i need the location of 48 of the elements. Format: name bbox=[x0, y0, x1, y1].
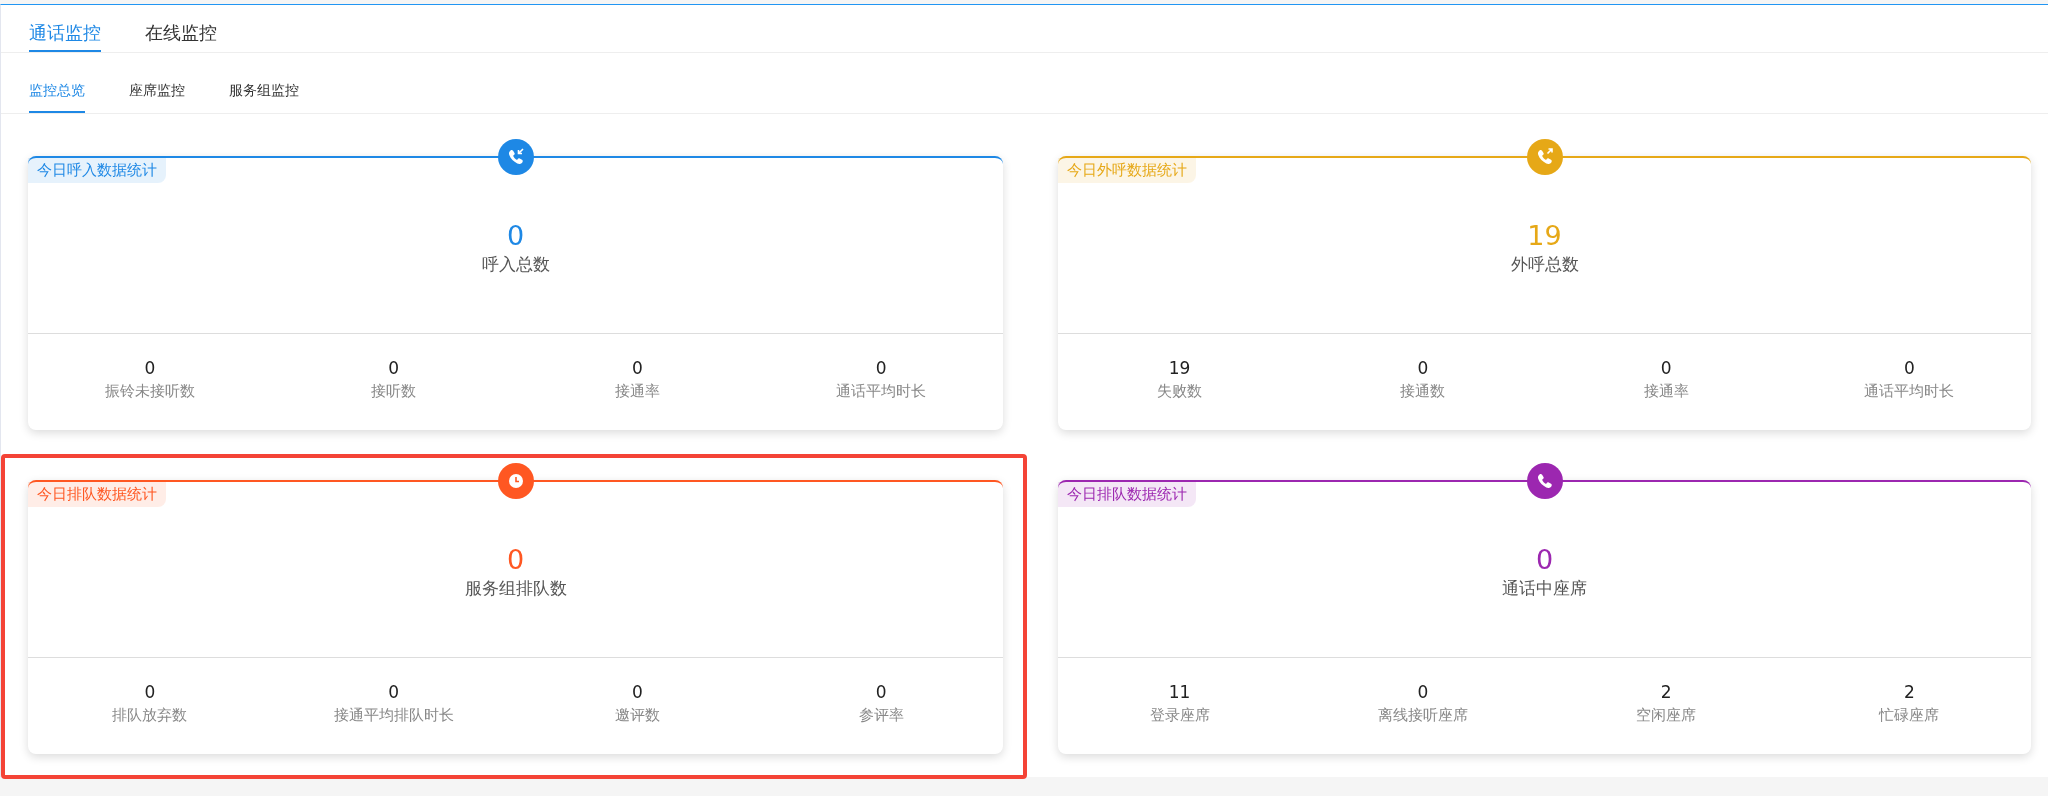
sub-tab[interactable]: 座席监控 bbox=[129, 53, 185, 113]
card-title: 今日呼入数据统计 bbox=[28, 158, 166, 183]
total-value: 0 bbox=[506, 543, 525, 577]
stat-value: 2 bbox=[1903, 681, 1915, 704]
stat-label: 忙碌座席 bbox=[1879, 706, 1940, 725]
total-value: 0 bbox=[506, 219, 525, 253]
total-value: 19 bbox=[1527, 219, 1562, 253]
stat-label: 接通数 bbox=[1400, 382, 1446, 401]
stat-value: 0 bbox=[388, 357, 400, 380]
stat-label: 空闲座席 bbox=[1636, 706, 1697, 725]
total-label: 呼入总数 bbox=[481, 253, 550, 276]
stat-value: 0 bbox=[388, 681, 400, 704]
stat-label: 参评率 bbox=[858, 706, 904, 725]
stat-value: 0 bbox=[631, 681, 643, 704]
card-title: 今日排队数据统计 bbox=[28, 482, 166, 507]
stat-label: 邀评数 bbox=[614, 706, 660, 725]
stat-value: 11 bbox=[1168, 681, 1191, 704]
stat-value: 0 bbox=[631, 357, 643, 380]
stat-value: 0 bbox=[1417, 357, 1429, 380]
stat-label: 登录座席 bbox=[1149, 706, 1210, 725]
stat-label: 接通平均排队时长 bbox=[333, 706, 454, 725]
stat-value: 0 bbox=[144, 681, 156, 704]
total-label: 外呼总数 bbox=[1510, 253, 1579, 276]
total-label: 通话中座席 bbox=[1502, 577, 1587, 600]
stat-value: 0 bbox=[1660, 357, 1672, 380]
stat-label: 失败数 bbox=[1157, 382, 1203, 401]
stat-value: 0 bbox=[144, 357, 156, 380]
stat-label: 通话平均时长 bbox=[836, 382, 927, 401]
sub-tab[interactable]: 服务组监控 bbox=[229, 53, 299, 113]
card-title: 今日排队数据统计 bbox=[1058, 482, 1196, 507]
stat-value: 19 bbox=[1168, 357, 1191, 380]
stat-value: 0 bbox=[1417, 681, 1429, 704]
tab[interactable]: 在线监控 bbox=[145, 5, 217, 52]
stat-label: 排队放弃数 bbox=[112, 706, 188, 725]
card-title: 今日外呼数据统计 bbox=[1058, 158, 1196, 183]
stat-label: 离线接听座席 bbox=[1377, 706, 1468, 725]
stat-label: 通话平均时长 bbox=[1864, 382, 1955, 401]
stat-value: 2 bbox=[1660, 681, 1672, 704]
stat-value: 0 bbox=[875, 681, 887, 704]
total-value: 0 bbox=[1535, 543, 1554, 577]
stat-label: 接听数 bbox=[371, 382, 417, 401]
tab[interactable]: 通话监控 bbox=[29, 5, 101, 52]
stat-label: 振铃未接听数 bbox=[104, 382, 195, 401]
stat-value: 0 bbox=[1903, 357, 1915, 380]
stat-value: 0 bbox=[875, 357, 887, 380]
total-label: 服务组排队数 bbox=[464, 577, 567, 600]
stat-label: 接通率 bbox=[1643, 382, 1689, 401]
stat-label: 接通率 bbox=[614, 382, 660, 401]
